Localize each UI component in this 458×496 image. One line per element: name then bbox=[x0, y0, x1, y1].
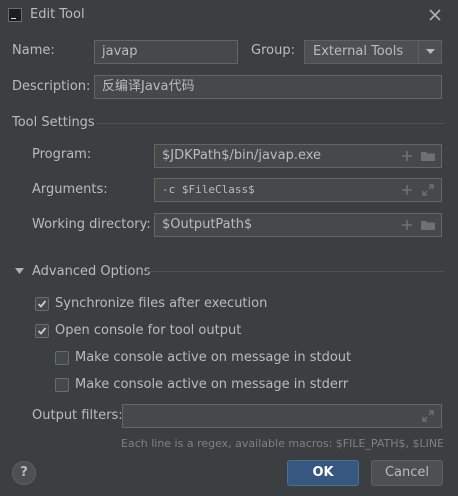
expand-icon[interactable] bbox=[421, 409, 435, 423]
close-icon[interactable] bbox=[426, 6, 444, 24]
checkmark-icon bbox=[37, 327, 47, 335]
help-button[interactable]: ? bbox=[12, 461, 36, 485]
open-console-checkbox[interactable] bbox=[35, 324, 49, 338]
output-filters-hint: Each line is a regex, available macros: … bbox=[121, 437, 443, 450]
stderr-label: Make console active on message in stderr bbox=[75, 377, 349, 392]
output-filters-label: Output filters: bbox=[32, 408, 123, 423]
synchronize-checkbox[interactable] bbox=[35, 297, 49, 311]
working-directory-field[interactable]: $OutputPath$ bbox=[154, 213, 442, 237]
description-field[interactable]: 反编译Java代码 bbox=[94, 75, 442, 99]
output-filters-field[interactable] bbox=[122, 404, 442, 428]
group-select[interactable]: External Tools bbox=[304, 40, 442, 64]
program-value: $JDKPath$/bin/javap.exe bbox=[162, 148, 322, 163]
plus-icon[interactable] bbox=[400, 149, 414, 163]
program-field[interactable]: $JDKPath$/bin/javap.exe bbox=[154, 144, 442, 168]
group-select-arrow bbox=[418, 41, 441, 63]
dropdown-arrow-icon bbox=[426, 49, 435, 54]
group-label: Group: bbox=[251, 43, 295, 58]
arguments-label: Arguments: bbox=[32, 182, 108, 197]
stdout-label: Make console active on message in stdout bbox=[75, 350, 352, 365]
working-directory-label: Working directory: bbox=[32, 217, 151, 232]
expand-icon[interactable] bbox=[421, 183, 435, 197]
plus-icon[interactable] bbox=[400, 183, 414, 197]
advanced-options-title: Advanced Options bbox=[32, 264, 151, 279]
app-logo-icon bbox=[8, 8, 22, 22]
name-label: Name: bbox=[12, 43, 55, 58]
group-select-value: External Tools bbox=[313, 44, 404, 59]
plus-icon[interactable] bbox=[400, 218, 414, 232]
arguments-value: -c $FileClass$ bbox=[162, 183, 255, 196]
stdout-checkbox[interactable] bbox=[55, 351, 69, 365]
window-title: Edit Tool bbox=[30, 7, 85, 22]
folder-icon[interactable] bbox=[420, 149, 436, 163]
name-field[interactable]: javap bbox=[94, 40, 238, 64]
arguments-field[interactable]: -c $FileClass$ bbox=[154, 178, 442, 202]
advanced-options-toggle[interactable]: Advanced Options bbox=[14, 264, 154, 282]
ok-button[interactable]: OK bbox=[287, 460, 359, 486]
synchronize-label: Synchronize files after execution bbox=[55, 296, 268, 311]
open-console-label: Open console for tool output bbox=[55, 323, 242, 338]
stderr-checkbox[interactable] bbox=[55, 378, 69, 392]
checkmark-icon bbox=[37, 300, 47, 308]
advanced-options-divider bbox=[146, 271, 444, 272]
description-label: Description: bbox=[12, 79, 91, 94]
triangle-down-icon bbox=[15, 268, 24, 274]
tool-settings-divider bbox=[96, 123, 444, 124]
cancel-button[interactable]: Cancel bbox=[371, 460, 443, 486]
folder-icon[interactable] bbox=[420, 218, 436, 232]
title-bar: Edit Tool bbox=[0, 0, 458, 32]
program-label: Program: bbox=[32, 147, 92, 162]
tool-settings-title: Tool Settings bbox=[12, 115, 95, 130]
working-directory-value: $OutputPath$ bbox=[162, 217, 253, 232]
